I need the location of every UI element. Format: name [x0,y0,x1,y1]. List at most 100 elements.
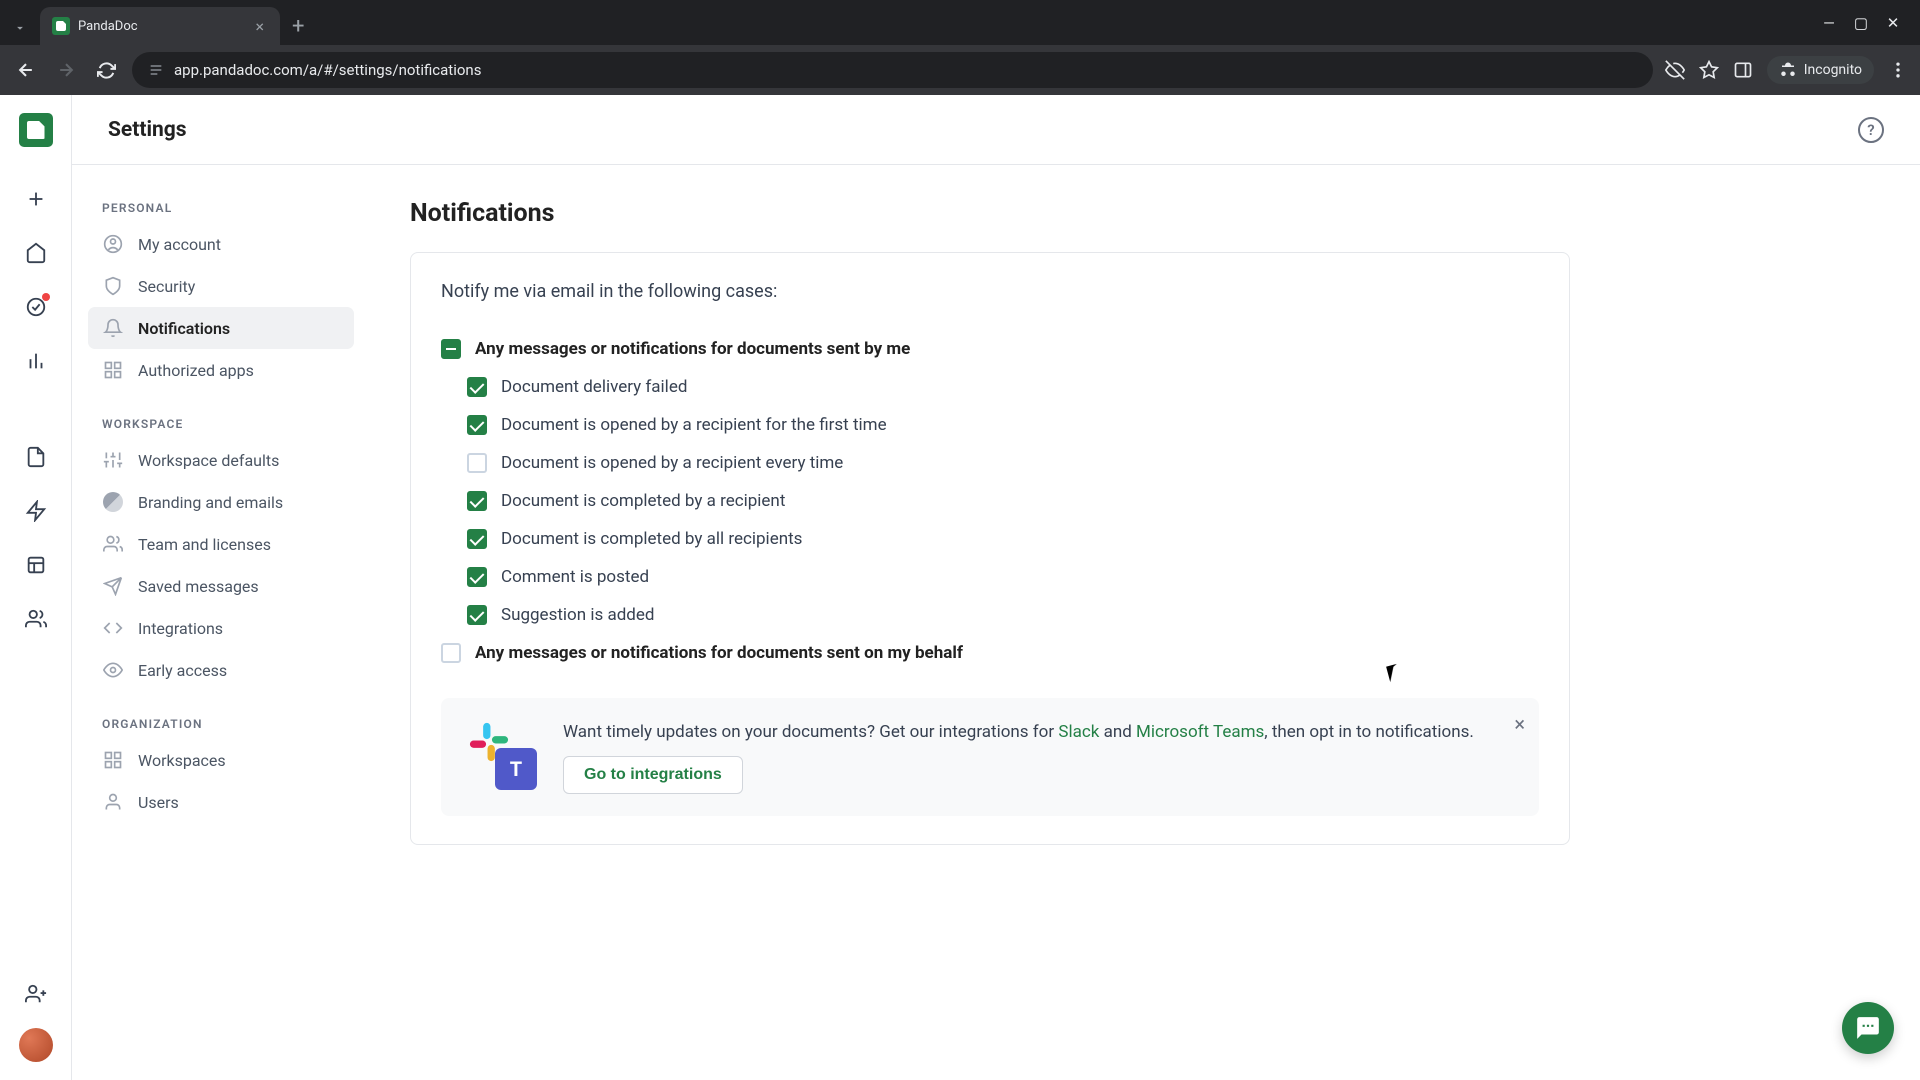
rail-create-button[interactable] [16,179,56,219]
child-checkbox-row[interactable]: Document is completed by all recipients [441,520,1539,558]
page-title: Settings [108,118,187,142]
nav-users[interactable]: Users [88,781,354,823]
child-checkbox-row[interactable]: Document is completed by a recipient [441,482,1539,520]
checkbox[interactable] [467,415,487,435]
nav-saved-messages[interactable]: Saved messages [88,565,354,607]
forward-button[interactable] [52,56,80,84]
star-icon[interactable] [1699,60,1719,80]
chat-fab[interactable] [1842,1002,1894,1054]
group-checkbox-row[interactable]: Any messages or notifications for docume… [441,330,1539,368]
go-to-integrations-button[interactable]: Go to integrations [563,756,743,794]
child-checkbox-row[interactable]: Document delivery failed [441,368,1539,406]
send-icon [102,575,124,597]
checkbox[interactable] [467,453,487,473]
rail-contacts-icon[interactable] [16,599,56,639]
rail-home-icon[interactable] [16,233,56,273]
incognito-badge[interactable]: Incognito [1767,56,1874,84]
rail-invite-icon[interactable] [16,974,56,1014]
grid-icon [102,359,124,381]
new-tab-button[interactable]: + [280,8,316,45]
group-checkbox-row[interactable]: Any messages or notifications for docume… [441,634,1539,672]
tab-close-icon[interactable]: × [251,15,268,38]
side-panel-icon[interactable] [1733,60,1753,80]
child-checkbox-row[interactable]: Document is opened by a recipient for th… [441,406,1539,444]
incognito-icon [1779,61,1797,79]
nav-notifications[interactable]: Notifications [88,307,354,349]
app-logo[interactable] [19,113,53,147]
minimize-icon[interactable]: — [1822,16,1836,30]
toolbar-right: Incognito [1665,56,1908,84]
kebab-menu-icon[interactable] [1888,60,1908,80]
eye-icon [102,659,124,681]
main-panel: Notifications Notify me via email in the… [370,165,1920,1080]
shield-icon [102,275,124,297]
integrations-promo: T Want timely updates on your documents?… [441,698,1539,816]
back-button[interactable] [12,56,40,84]
checkbox[interactable] [441,643,461,663]
app-rail [0,95,72,1080]
rail-activity-icon[interactable] [16,287,56,327]
checkbox[interactable] [467,567,487,587]
child-checkbox-row[interactable]: Document is opened by a recipient every … [441,444,1539,482]
tab-title: PandaDoc [78,19,243,34]
nav-integrations[interactable]: Integrations [88,607,354,649]
address-bar[interactable]: app.pandadoc.com/a/#/settings/notificati… [132,52,1653,88]
nav-label: Saved messages [138,577,259,596]
checkbox[interactable] [467,605,487,625]
checkbox[interactable] [467,491,487,511]
browser-tab-strip: PandaDoc × + — ▢ ✕ [0,0,1920,45]
site-settings-icon [148,62,164,78]
child-checkbox-row[interactable]: Comment is posted [441,558,1539,596]
eye-off-icon[interactable] [1665,60,1685,80]
promo-mid: and [1099,722,1136,742]
promo-prefix: Want timely updates on your documents? G… [563,722,1058,742]
checkbox-label: Suggestion is added [501,605,655,625]
browser-toolbar: app.pandadoc.com/a/#/settings/notificati… [0,45,1920,95]
nav-label: Integrations [138,619,223,638]
maximize-icon[interactable]: ▢ [1854,16,1868,30]
nav-security[interactable]: Security [88,265,354,307]
settings-nav: PERSONAL My account Security Notificatio… [72,165,370,1080]
checkbox-label: Document delivery failed [501,377,687,397]
nav-label: Workspace defaults [138,451,279,470]
slack-link[interactable]: Slack [1058,722,1099,742]
nav-my-account[interactable]: My account [88,223,354,265]
notification-dot [42,293,50,301]
incognito-label: Incognito [1804,62,1862,78]
nav-team[interactable]: Team and licenses [88,523,354,565]
rail-templates-icon[interactable] [16,491,56,531]
tab-favicon [52,17,70,35]
promo-close-icon[interactable]: × [1514,712,1525,736]
nav-label: Security [138,277,195,296]
user-avatar[interactable] [19,1028,53,1062]
nav-label: Early access [138,661,227,680]
reload-button[interactable] [92,56,120,84]
nav-workspaces[interactable]: Workspaces [88,739,354,781]
checkbox[interactable] [441,339,461,359]
nav-section-organization: ORGANIZATION [88,709,354,739]
layout-icon [102,749,124,771]
checkbox-label: Document is completed by all recipients [501,529,802,549]
rail-reports-icon[interactable] [16,341,56,381]
rail-documents-icon[interactable] [16,437,56,477]
nav-label: My account [138,235,221,254]
promo-text: Want timely updates on your documents? G… [563,720,1474,746]
nav-authorized-apps[interactable]: Authorized apps [88,349,354,391]
checkbox[interactable] [467,529,487,549]
browser-tab-active[interactable]: PandaDoc × [40,7,280,45]
checkbox-label: Any messages or notifications for docume… [475,643,963,663]
checkbox[interactable] [467,377,487,397]
page-header: Settings ? [72,95,1920,165]
nav-early-access[interactable]: Early access [88,649,354,691]
child-checkbox-row[interactable]: Suggestion is added [441,596,1539,634]
nav-label: Users [138,793,179,812]
help-button[interactable]: ? [1858,117,1884,143]
tab-search-dropdown[interactable] [0,10,40,45]
teams-link[interactable]: Microsoft Teams [1136,722,1264,742]
close-window-icon[interactable]: ✕ [1886,16,1900,30]
nav-branding[interactable]: Branding and emails [88,481,354,523]
checkbox-label: Document is completed by a recipient [501,491,785,511]
rail-library-icon[interactable] [16,545,56,585]
nav-label: Branding and emails [138,493,283,512]
nav-workspace-defaults[interactable]: Workspace defaults [88,439,354,481]
